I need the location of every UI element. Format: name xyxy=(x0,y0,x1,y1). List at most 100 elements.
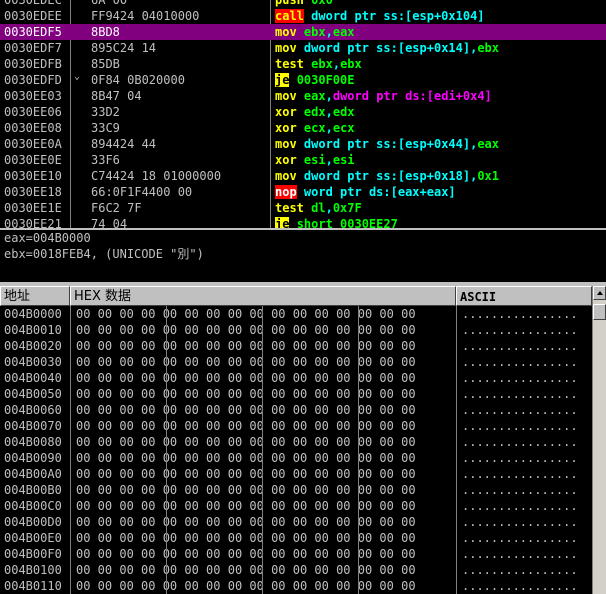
instruction-text: mov dword ptr ss:[esp+0x44],eax xyxy=(275,136,499,152)
dump-row[interactable]: 004B00A0 00 00 00 00 00 00 00 00 00 00 00… xyxy=(0,466,592,482)
dump-ascii: ................ xyxy=(462,339,578,353)
asm-token: mov xyxy=(275,41,297,55)
hex-column-header[interactable]: HEX 数据 xyxy=(70,286,456,306)
asm-token: mov xyxy=(275,137,297,151)
instruction-bytes: 85DB xyxy=(91,57,120,71)
disassembly-pane[interactable]: 0030EDEC 6A 00 push 0x0 0030EDEE FF9424 0401… xyxy=(0,0,606,228)
disasm-row[interactable]: 0030EDEC 6A 00 push 0x0 xyxy=(0,0,606,8)
asm-token: eax xyxy=(332,25,355,39)
column-divider xyxy=(456,306,457,594)
info-line-ebx: ebx=0018FEB4, (UNICODE "別") xyxy=(4,247,204,261)
asm-token: , xyxy=(325,201,333,215)
dump-ascii: ................ xyxy=(462,307,578,321)
dump-ascii: ................ xyxy=(462,467,578,481)
dump-row[interactable]: 004B0080 00 00 00 00 00 00 00 00 00 00 00… xyxy=(0,434,592,450)
disasm-row[interactable]: 0030EE18 66:0F1F4400 00 nop word ptr ds:[e… xyxy=(0,184,606,200)
dump-bytes: 00 00 00 00 00 00 00 00 00 00 00 00 00 0… xyxy=(76,355,416,369)
asm-token: call xyxy=(275,9,304,23)
disasm-row[interactable]: 0030EE21 74 04 je short 0030EE27 xyxy=(0,216,606,228)
dump-row[interactable]: 004B00F0 00 00 00 00 00 00 00 00 00 00 00… xyxy=(0,546,592,562)
instruction-address: 0030EE1E xyxy=(4,201,62,215)
address-column-header[interactable]: 地址 xyxy=(0,286,70,306)
instruction-address: 0030EE0A xyxy=(4,137,62,151)
instruction-bytes: 0F84 0B020000 xyxy=(91,73,185,87)
asm-token: ebx xyxy=(303,25,326,39)
scroll-up-arrow-icon[interactable] xyxy=(593,286,606,300)
dump-row[interactable]: 004B0000 00 00 00 00 00 00 00 00 00 00 00… xyxy=(0,306,592,322)
instruction-bytes: 33C9 xyxy=(91,121,120,135)
dump-scrollbar[interactable] xyxy=(592,286,606,594)
dump-row[interactable]: 004B00E0 00 00 00 00 00 00 00 00 00 00 00… xyxy=(0,530,592,546)
instruction-address: 0030EDFD xyxy=(4,73,62,87)
dump-row[interactable]: 004B00B0 00 00 00 00 00 00 00 00 00 00 00… xyxy=(0,482,592,498)
disasm-row[interactable]: 0030EE08 33C9 xor ecx,ecx xyxy=(0,120,606,136)
dump-address: 004B0110 xyxy=(4,579,62,593)
disasm-row[interactable]: 0030EE0E 33F6 xor esi,esi xyxy=(0,152,606,168)
dump-ascii: ................ xyxy=(462,323,578,337)
dump-ascii: ................ xyxy=(462,435,578,449)
dump-bytes: 00 00 00 00 00 00 00 00 00 00 00 00 00 0… xyxy=(76,483,416,497)
dump-address: 004B0040 xyxy=(4,371,62,385)
asm-token: mov xyxy=(275,25,297,39)
dump-bytes: 00 00 00 00 00 00 00 00 00 00 00 00 00 0… xyxy=(76,563,416,577)
disasm-row[interactable]: 0030EE06 33D2 xor edx,edx xyxy=(0,104,606,120)
dump-bytes: 00 00 00 00 00 00 00 00 00 00 00 00 00 0… xyxy=(76,515,416,529)
dump-row[interactable]: 004B00D0 00 00 00 00 00 00 00 00 00 00 00… xyxy=(0,514,592,530)
disasm-row[interactable]: 0030EE03 8B47 04 mov eax,dword ptr ds:[edi… xyxy=(0,88,606,104)
disasm-row[interactable]: 0030EDEE FF9424 04010000 call dword ptr ss… xyxy=(0,8,606,24)
dump-ascii: ................ xyxy=(462,515,578,529)
instruction-address: 0030EDFB xyxy=(4,57,62,71)
disasm-row-selected[interactable]: 0030EDF5 8BD8 mov ebx,eax xyxy=(0,24,606,40)
disasm-row[interactable]: 0030EE10 C74424 18 01000000 mov dword ptr … xyxy=(0,168,606,184)
asm-token: ebx xyxy=(340,57,362,71)
scroll-thumb[interactable] xyxy=(593,304,606,320)
dump-row[interactable]: 004B00C0 00 00 00 00 00 00 00 00 00 00 00… xyxy=(0,498,592,514)
dump-row[interactable]: 004B0070 00 00 00 00 00 00 00 00 00 00 00… xyxy=(0,418,592,434)
asm-token: word ptr ds:[eax+eax] xyxy=(303,185,456,199)
dump-address: 004B00C0 xyxy=(4,499,62,513)
dump-row[interactable]: 004B0030 00 00 00 00 00 00 00 00 00 00 00… xyxy=(0,354,592,370)
dump-row[interactable]: 004B0020 00 00 00 00 00 00 00 00 00 00 00… xyxy=(0,338,592,354)
instruction-bytes: 33F6 xyxy=(91,153,120,167)
instruction-text: call dword ptr ss:[esp+0x104] xyxy=(275,8,485,24)
asm-token: dword ptr ss:[esp+0x14] xyxy=(303,41,471,55)
dump-ascii: ................ xyxy=(462,499,578,513)
dump-bytes: 00 00 00 00 00 00 00 00 00 00 00 00 00 0… xyxy=(76,307,416,321)
instruction-text: xor ecx,ecx xyxy=(275,120,355,136)
column-divider xyxy=(166,306,167,594)
asm-token: je xyxy=(275,217,290,228)
disasm-row[interactable]: 0030EE1E F6C2 7F test dl,0x7F xyxy=(0,200,606,216)
asm-token: ecx xyxy=(332,121,355,135)
dump-row[interactable]: 004B0040 00 00 00 00 00 00 00 00 00 00 00… xyxy=(0,370,592,386)
asm-token: short 0030EE27 xyxy=(296,217,398,228)
dump-bytes: 00 00 00 00 00 00 00 00 00 00 00 00 00 0… xyxy=(76,371,416,385)
dump-address: 004B0080 xyxy=(4,435,62,449)
disasm-row[interactable]: 0030EDFD ⌄ 0F84 0B020000 je 0030F00E xyxy=(0,71,606,88)
asm-token: 0x7F xyxy=(332,201,362,215)
ascii-column-header[interactable]: ASCII xyxy=(456,286,592,306)
instruction-bytes: 74 04 xyxy=(91,217,128,228)
dump-row[interactable]: 004B0110 00 00 00 00 00 00 00 00 00 00 00… xyxy=(0,578,592,594)
disasm-row[interactable]: 0030EE0A 894424 44 mov dword ptr ss:[esp+0… xyxy=(0,136,606,152)
dump-row[interactable]: 004B0060 00 00 00 00 00 00 00 00 00 00 00… xyxy=(0,402,592,418)
dump-address: 004B00F0 xyxy=(4,547,62,561)
dump-address: 004B0010 xyxy=(4,323,62,337)
dump-ascii: ................ xyxy=(462,563,578,577)
dump-row[interactable]: 004B0090 00 00 00 00 00 00 00 00 00 00 00… xyxy=(0,450,592,466)
dump-row[interactable]: 004B0050 00 00 00 00 00 00 00 00 00 00 00… xyxy=(0,386,592,402)
instruction-address: 0030EDF5 xyxy=(4,25,62,39)
dump-row[interactable]: 004B0100 00 00 00 00 00 00 00 00 00 00 00… xyxy=(0,562,592,578)
memory-dump-pane[interactable]: 地址 HEX 数据 ASCII 004B0000 00 00 00 00 00 0… xyxy=(0,286,606,594)
instruction-text: mov dword ptr ss:[esp+0x18],0x1 xyxy=(275,168,499,184)
dump-row[interactable]: 004B0010 00 00 00 00 00 00 00 00 00 00 00… xyxy=(0,322,592,338)
instruction-text: push 0x0 xyxy=(275,0,333,8)
instruction-bytes: 894424 44 xyxy=(91,137,157,151)
disasm-row[interactable]: 0030EDF7 895C24 14 mov dword ptr ss:[esp+0… xyxy=(0,40,606,56)
asm-token: , xyxy=(325,89,333,103)
dump-ascii: ................ xyxy=(462,531,578,545)
dump-ascii: ................ xyxy=(462,355,578,369)
disasm-row[interactable]: 0030EDFB 85DB test ebx,ebx xyxy=(0,56,606,72)
